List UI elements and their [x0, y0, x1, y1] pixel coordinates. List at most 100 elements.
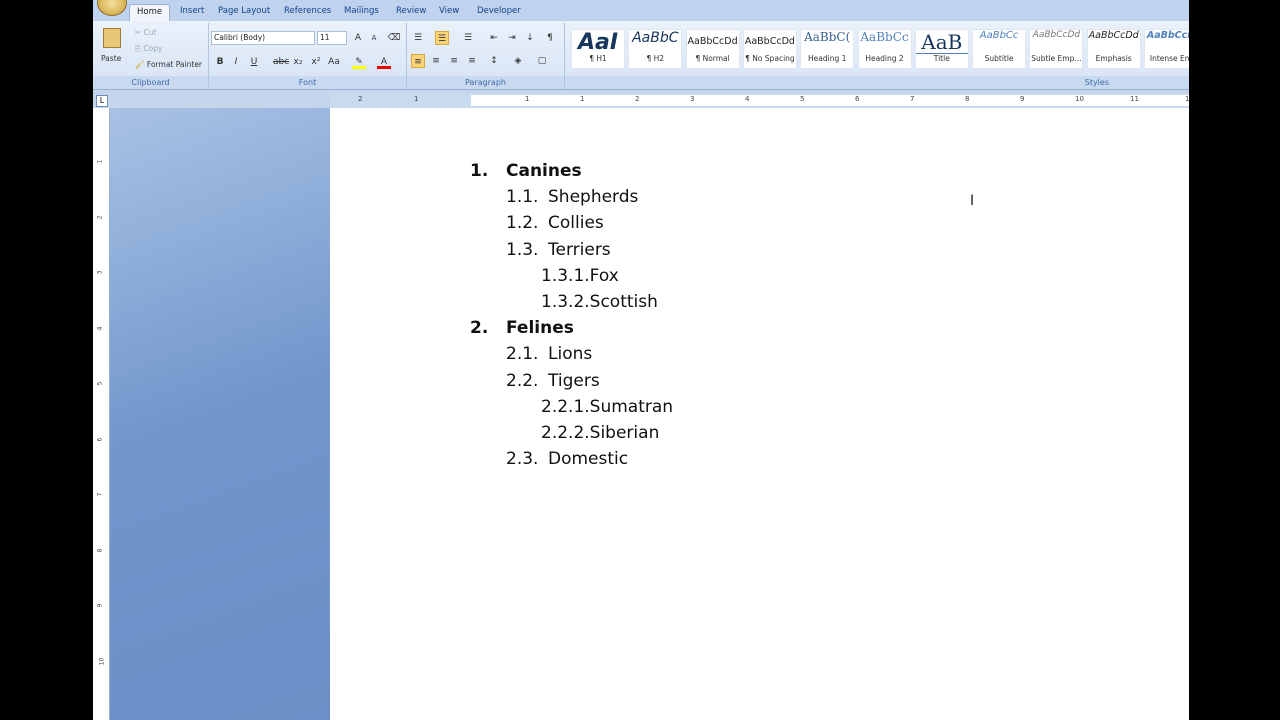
style-preview: AaBbC	[632, 30, 679, 46]
horizontal-ruler[interactable]: 211123456789101112	[330, 93, 1189, 108]
list-item[interactable]: 2.3. Domestic	[506, 449, 628, 469]
list-item[interactable]: 1.2. Collies	[506, 213, 604, 233]
list-item[interactable]: 1.3.2.Scottish	[541, 292, 658, 312]
multilevel-list-icon[interactable]: ☰	[461, 31, 475, 45]
list-text: Scottish	[589, 292, 658, 312]
copy-button[interactable]: ⎘ Copy	[135, 44, 162, 54]
font-name-select[interactable]: Calibri (Body)	[211, 31, 315, 45]
style-name: Emphasis	[1095, 54, 1132, 63]
style-h2[interactable]: AaBbC ¶ H2	[628, 29, 683, 69]
word-window: Home Insert Page Layout References Mailings R…	[93, 0, 1189, 720]
ruler-number: 1	[580, 95, 585, 103]
borders-icon[interactable]: ▢	[535, 54, 549, 68]
style-preview: AaBbCcDd	[1032, 30, 1081, 40]
ruler-number: 1	[414, 95, 419, 103]
numbering-icon[interactable]: ☰	[435, 31, 449, 45]
list-item[interactable]: 1. Canines	[470, 161, 582, 181]
show-marks-icon[interactable]: ¶	[543, 31, 557, 45]
sort-icon[interactable]: ↓	[523, 31, 537, 45]
tab-developer[interactable]: Developer	[470, 4, 528, 21]
style-title[interactable]: AaB Title	[914, 29, 969, 69]
style-heading-1[interactable]: AaBbC(Heading 1	[800, 29, 855, 69]
tab-insert[interactable]: Insert	[173, 4, 211, 21]
tab-mailings[interactable]: Mailings	[337, 4, 386, 21]
font-size-select[interactable]: 11	[317, 31, 347, 45]
clear-formatting-icon[interactable]: ⌫	[387, 31, 401, 45]
tab-review[interactable]: Review	[389, 4, 433, 21]
font-label: Font	[209, 76, 406, 89]
list-item[interactable]: 1.3. Terriers	[506, 240, 611, 260]
ruler-number: 9	[1020, 95, 1025, 103]
tab-view[interactable]: View	[432, 4, 466, 21]
style-normal[interactable]: AaBbCcDd ¶ Normal	[685, 29, 740, 69]
highlight-icon[interactable]: ✎	[352, 55, 366, 69]
style-name: ¶ H2	[646, 54, 665, 63]
list-item[interactable]: 2.2.2.Siberian	[541, 423, 659, 443]
list-item[interactable]: 2. Felines	[470, 318, 574, 338]
vruler-number: 2	[96, 215, 104, 219]
list-text: Canines	[506, 161, 582, 181]
list-text: Siberian	[589, 423, 660, 443]
list-number: 2.	[470, 318, 489, 339]
office-button[interactable]	[97, 0, 127, 16]
grow-font-icon[interactable]: A	[351, 31, 365, 45]
format-painter-button[interactable]: 🖌 Format Painter	[135, 60, 202, 69]
subscript-icon[interactable]: x₂	[291, 55, 305, 69]
underline-icon[interactable]: U	[247, 55, 261, 69]
bullets-icon[interactable]: ☰	[411, 31, 425, 45]
ruler-number: 12	[1185, 95, 1189, 103]
cut-button[interactable]: ✂ Cut	[135, 28, 157, 37]
ribbon-tabs: Home Insert Page Layout References Mailings R…	[93, 0, 1189, 21]
align-right-icon[interactable]: ≡	[447, 54, 461, 68]
style-name: Heading 1	[808, 54, 847, 63]
line-spacing-icon[interactable]: ↕	[487, 54, 501, 68]
list-text: Lions	[548, 344, 593, 365]
paste-button[interactable]: Paste	[101, 54, 121, 63]
list-item[interactable]: 2.1. Lions	[506, 344, 592, 364]
justify-icon[interactable]: ≡	[465, 54, 479, 68]
style-name: Heading 2	[865, 54, 904, 63]
tab-home[interactable]: Home	[129, 4, 171, 21]
shrink-font-icon[interactable]: A	[367, 31, 381, 45]
align-left-icon[interactable]: ≡	[411, 54, 425, 68]
document-page[interactable]: 1. Canines 1.1. Shepherds 1.2. Collies 1.3. Ter…	[330, 108, 1189, 720]
style-subtle-emp[interactable]: AaBbCcDd Subtle Emp...	[1029, 29, 1084, 69]
shading-icon[interactable]: ◈	[511, 54, 525, 68]
tab-selector-button[interactable]: L	[96, 95, 108, 107]
increase-indent-icon[interactable]: ⇥	[505, 31, 519, 45]
list-item[interactable]: 1.3.1.Fox	[541, 266, 619, 286]
strikethrough-icon[interactable]: abc	[273, 55, 289, 69]
ruler-number: 7	[910, 95, 915, 103]
tab-references[interactable]: References	[277, 4, 338, 21]
style-no-spacing[interactable]: AaBbCcDd ¶ No Spacing	[742, 29, 797, 69]
style-subtitle[interactable]: AaBbCc Subtitle	[972, 29, 1027, 69]
list-text: Tigers	[548, 370, 600, 391]
vertical-ruler[interactable]: 1 2 3 4 5 6 7 8 9 10	[93, 108, 110, 720]
style-intense-em[interactable]: AaBbCcD Intense Em	[1144, 29, 1189, 69]
style-heading-2[interactable]: AaBbCc Heading 2	[857, 29, 912, 69]
list-item[interactable]: 2.2. Tigers	[506, 371, 600, 391]
style-emphasis[interactable]: AaBbCcDd Emphasis	[1086, 29, 1141, 69]
superscript-icon[interactable]: x²	[309, 55, 323, 69]
paste-icon[interactable]	[103, 28, 121, 48]
change-case-icon[interactable]: Aa	[327, 55, 341, 69]
vruler-number: 5	[96, 381, 104, 386]
bold-icon[interactable]: B	[213, 55, 227, 69]
brush-icon: 🖌	[135, 60, 145, 69]
tab-page-layout[interactable]: Page Layout	[211, 4, 277, 21]
vruler-number: 1	[96, 159, 104, 164]
list-number: 1.3.2.	[541, 292, 590, 312]
ruler-number: 10	[1075, 95, 1084, 103]
list-item[interactable]: 2.2.1.Sumatran	[541, 397, 673, 417]
list-number: 1.2.	[506, 213, 539, 234]
style-h1[interactable]: AaI ¶ H1	[571, 29, 625, 69]
italic-icon[interactable]: I	[229, 55, 243, 69]
font-color-icon[interactable]: A	[377, 55, 391, 69]
list-text: Felines	[506, 318, 574, 339]
style-preview: AaBbCcD	[1146, 30, 1189, 41]
list-item[interactable]: 1.1. Shepherds	[506, 187, 638, 207]
decrease-indent-icon[interactable]: ⇤	[487, 31, 501, 45]
align-center-icon[interactable]: ≡	[429, 54, 443, 68]
clipboard-label: Clipboard	[93, 76, 208, 89]
ruler-number: 11	[1130, 95, 1139, 103]
